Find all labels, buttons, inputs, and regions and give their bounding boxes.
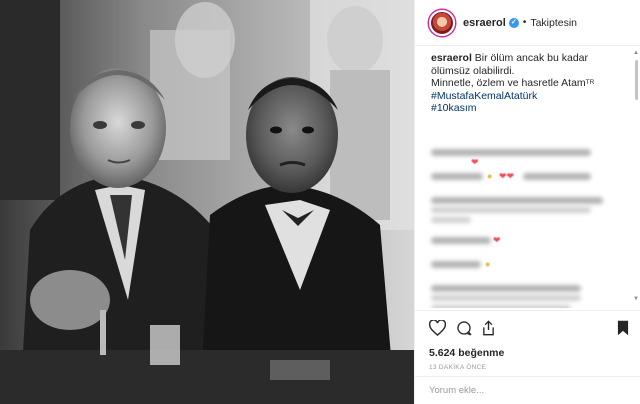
share-icon[interactable] bbox=[482, 320, 495, 336]
blurred-text bbox=[431, 304, 571, 308]
hashtag-link[interactable]: #MustafaKemalAtatürk bbox=[431, 90, 629, 103]
blurred-text bbox=[431, 216, 471, 223]
blurred-comments: ❤ ● ❤❤ ❤ ● bbox=[431, 145, 629, 308]
post-header: esraerol ✓ • Takiptesin bbox=[415, 0, 640, 46]
blurred-text bbox=[431, 294, 581, 301]
post-caption: esraerol Bir ölüm ancak bu kadar ölümsüz… bbox=[431, 52, 629, 115]
blurred-text bbox=[431, 236, 491, 244]
verified-badge-icon: ✓ bbox=[508, 17, 519, 28]
action-icons bbox=[429, 319, 629, 337]
blurred-text bbox=[431, 284, 581, 292]
likes-count[interactable]: 5.624 beğenme bbox=[429, 347, 629, 359]
header-username[interactable]: esraerol bbox=[463, 17, 506, 29]
heart-icon[interactable] bbox=[429, 320, 446, 336]
hashtag-link[interactable]: #10kasım bbox=[431, 102, 629, 115]
blurred-text bbox=[431, 260, 481, 268]
avatar[interactable] bbox=[429, 9, 455, 36]
separator-dot: • bbox=[522, 17, 527, 28]
post-actions: 5.624 beğenme 13 DAKİKA ÖNCE bbox=[415, 310, 640, 371]
comments-scrollbar[interactable] bbox=[635, 60, 638, 100]
post-timestamp[interactable]: 13 DAKİKA ÖNCE bbox=[429, 364, 629, 371]
post-media[interactable] bbox=[0, 0, 414, 404]
flag-tr-icon: TR bbox=[585, 79, 595, 86]
caption-line2: Minnetle, özlem ve hasretle Atam bbox=[431, 77, 586, 89]
comment-row bbox=[431, 193, 629, 233]
blurred-text bbox=[431, 196, 603, 204]
blurred-text bbox=[431, 148, 591, 156]
comment-icon[interactable] bbox=[456, 320, 472, 336]
comment-row: ❤ bbox=[431, 145, 629, 169]
scroll-down-icon[interactable]: ▼ bbox=[633, 296, 639, 302]
emoji-icon: ● bbox=[485, 258, 491, 269]
blurred-text bbox=[431, 172, 483, 180]
add-comment-input[interactable]: Yorum ekle... bbox=[415, 376, 640, 404]
comment-row: ❤ bbox=[431, 233, 629, 257]
comment-row: ● ❤❤ bbox=[431, 169, 629, 193]
scroll-up-icon[interactable]: ▲ bbox=[633, 50, 639, 56]
emoji-icon: ● bbox=[487, 170, 493, 181]
blurred-text bbox=[431, 206, 591, 213]
follow-status-button[interactable]: Takiptesin bbox=[530, 17, 577, 29]
comment-row: ● bbox=[431, 257, 629, 281]
comment-row bbox=[431, 281, 629, 308]
heart-emoji-icon: ❤❤ bbox=[499, 170, 515, 181]
heart-emoji-icon: ❤ bbox=[493, 234, 501, 245]
heart-emoji-icon: ❤ bbox=[471, 156, 479, 167]
bookmark-icon[interactable] bbox=[617, 320, 629, 336]
post-side-panel: esraerol ✓ • Takiptesin esraerol Bir ölü… bbox=[414, 0, 640, 404]
photo bbox=[0, 0, 414, 404]
comments-list[interactable]: esraerol Bir ölüm ancak bu kadar ölümsüz… bbox=[415, 52, 639, 308]
caption-username[interactable]: esraerol bbox=[431, 52, 472, 64]
blurred-text bbox=[523, 172, 591, 180]
